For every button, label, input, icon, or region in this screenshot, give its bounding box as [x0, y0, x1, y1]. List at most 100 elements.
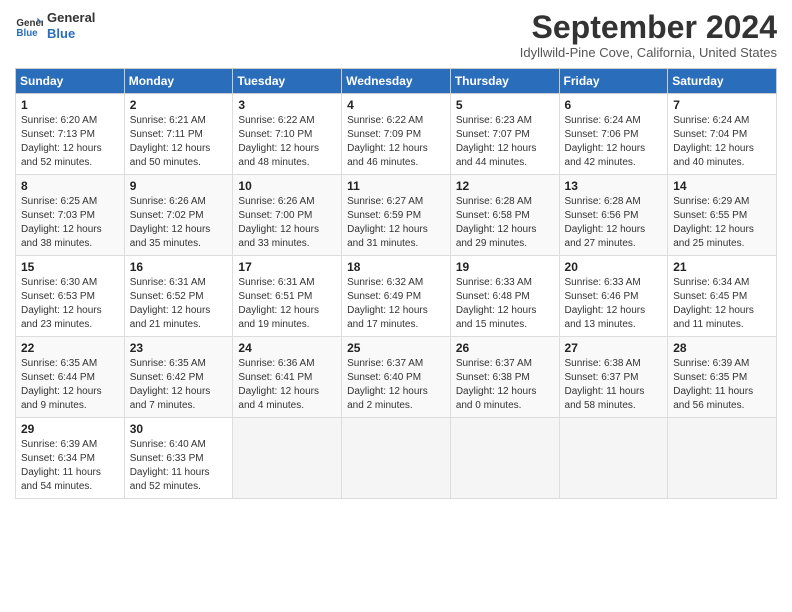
calendar-table: SundayMondayTuesdayWednesdayThursdayFrid… — [15, 68, 777, 499]
day-info: Sunrise: 6:26 AM Sunset: 7:00 PM Dayligh… — [238, 195, 336, 251]
day-number: 12 — [456, 179, 554, 193]
calendar-cell: 23 Sunrise: 6:35 AM Sunset: 6:42 PM Dayli… — [124, 337, 233, 418]
day-number: 18 — [347, 260, 445, 274]
calendar-week-2: 8 Sunrise: 6:25 AM Sunset: 7:03 PM Daylig… — [16, 175, 777, 256]
day-number: 7 — [673, 98, 771, 112]
day-number: 11 — [347, 179, 445, 193]
calendar-cell: 4 Sunrise: 6:22 AM Sunset: 7:09 PM Daylig… — [342, 94, 451, 175]
day-info: Sunrise: 6:39 AM Sunset: 6:35 PM Dayligh… — [673, 357, 771, 413]
calendar-cell: 17Sunrise: 6:31 AM Sunset: 6:51 PM Dayli… — [233, 256, 342, 337]
day-info: Sunrise: 6:25 AM Sunset: 7:03 PM Dayligh… — [21, 195, 119, 251]
calendar-cell — [233, 418, 342, 499]
day-header-thursday: Thursday — [450, 69, 559, 94]
calendar-cell — [342, 418, 451, 499]
day-number: 26 — [456, 341, 554, 355]
day-number: 28 — [673, 341, 771, 355]
day-number: 15 — [21, 260, 119, 274]
day-number: 1 — [21, 98, 119, 112]
day-info: Sunrise: 6:33 AM Sunset: 6:46 PM Dayligh… — [565, 276, 663, 332]
calendar-cell: 5 Sunrise: 6:23 AM Sunset: 7:07 PM Daylig… — [450, 94, 559, 175]
calendar-week-1: 1 Sunrise: 6:20 AM Sunset: 7:13 PM Daylig… — [16, 94, 777, 175]
calendar-cell: 24 Sunrise: 6:36 AM Sunset: 6:41 PM Dayli… — [233, 337, 342, 418]
day-header-tuesday: Tuesday — [233, 69, 342, 94]
calendar-cell: 22 Sunrise: 6:35 AM Sunset: 6:44 PM Dayli… — [16, 337, 125, 418]
day-info: Sunrise: 6:28 AM Sunset: 6:56 PM Dayligh… — [565, 195, 663, 251]
day-number: 27 — [565, 341, 663, 355]
calendar-cell: 20 Sunrise: 6:33 AM Sunset: 6:46 PM Dayli… — [559, 256, 668, 337]
logo-icon: General Blue — [15, 12, 43, 40]
day-number: 17 — [238, 260, 336, 274]
day-info: Sunrise: 6:24 AM Sunset: 7:04 PM Dayligh… — [673, 114, 771, 170]
calendar-cell: 30 Sunrise: 6:40 AM Sunset: 6:33 PM Dayli… — [124, 418, 233, 499]
calendar-cell: 8 Sunrise: 6:25 AM Sunset: 7:03 PM Daylig… — [16, 175, 125, 256]
day-number: 16 — [130, 260, 228, 274]
day-info: Sunrise: 6:38 AM Sunset: 6:37 PM Dayligh… — [565, 357, 663, 413]
calendar-cell: 28 Sunrise: 6:39 AM Sunset: 6:35 PM Dayli… — [668, 337, 777, 418]
day-header-wednesday: Wednesday — [342, 69, 451, 94]
day-info: Sunrise: 6:40 AM Sunset: 6:33 PM Dayligh… — [130, 438, 228, 494]
day-number: 30 — [130, 422, 228, 436]
day-info: Sunrise: 6:28 AM Sunset: 6:58 PM Dayligh… — [456, 195, 554, 251]
page-header: General Blue General Blue September 2024… — [15, 10, 777, 60]
day-info: Sunrise: 6:37 AM Sunset: 6:40 PM Dayligh… — [347, 357, 445, 413]
day-info: Sunrise: 6:33 AM Sunset: 6:48 PM Dayligh… — [456, 276, 554, 332]
day-info: Sunrise: 6:27 AM Sunset: 6:59 PM Dayligh… — [347, 195, 445, 251]
day-number: 14 — [673, 179, 771, 193]
day-info: Sunrise: 6:23 AM Sunset: 7:07 PM Dayligh… — [456, 114, 554, 170]
calendar-cell: 29 Sunrise: 6:39 AM Sunset: 6:34 PM Dayli… — [16, 418, 125, 499]
location: Idyllwild-Pine Cove, California, United … — [520, 45, 777, 60]
day-number: 8 — [21, 179, 119, 193]
day-info: Sunrise: 6:22 AM Sunset: 7:10 PM Dayligh… — [238, 114, 336, 170]
day-info: Sunrise: 6:22 AM Sunset: 7:09 PM Dayligh… — [347, 114, 445, 170]
day-number: 2 — [130, 98, 228, 112]
day-info: Sunrise: 6:24 AM Sunset: 7:06 PM Dayligh… — [565, 114, 663, 170]
calendar-cell: 15Sunrise: 6:30 AM Sunset: 6:53 PM Dayli… — [16, 256, 125, 337]
day-info: Sunrise: 6:21 AM Sunset: 7:11 PM Dayligh… — [130, 114, 228, 170]
calendar-cell: 6 Sunrise: 6:24 AM Sunset: 7:06 PM Daylig… — [559, 94, 668, 175]
calendar-cell: 10Sunrise: 6:26 AM Sunset: 7:00 PM Dayli… — [233, 175, 342, 256]
day-number: 21 — [673, 260, 771, 274]
day-header-sunday: Sunday — [16, 69, 125, 94]
day-header-monday: Monday — [124, 69, 233, 94]
calendar-cell: 1 Sunrise: 6:20 AM Sunset: 7:13 PM Daylig… — [16, 94, 125, 175]
day-info: Sunrise: 6:39 AM Sunset: 6:34 PM Dayligh… — [21, 438, 119, 494]
day-info: Sunrise: 6:20 AM Sunset: 7:13 PM Dayligh… — [21, 114, 119, 170]
day-number: 3 — [238, 98, 336, 112]
day-number: 5 — [456, 98, 554, 112]
logo-blue: Blue — [47, 26, 95, 42]
calendar-week-3: 15Sunrise: 6:30 AM Sunset: 6:53 PM Dayli… — [16, 256, 777, 337]
day-header-saturday: Saturday — [668, 69, 777, 94]
logo-general: General — [47, 10, 95, 26]
day-number: 23 — [130, 341, 228, 355]
day-number: 20 — [565, 260, 663, 274]
day-number: 4 — [347, 98, 445, 112]
calendar-cell: 13 Sunrise: 6:28 AM Sunset: 6:56 PM Dayli… — [559, 175, 668, 256]
calendar-cell: 26 Sunrise: 6:37 AM Sunset: 6:38 PM Dayli… — [450, 337, 559, 418]
day-info: Sunrise: 6:37 AM Sunset: 6:38 PM Dayligh… — [456, 357, 554, 413]
day-info: Sunrise: 6:29 AM Sunset: 6:55 PM Dayligh… — [673, 195, 771, 251]
day-number: 13 — [565, 179, 663, 193]
calendar-week-5: 29 Sunrise: 6:39 AM Sunset: 6:34 PM Dayli… — [16, 418, 777, 499]
day-info: Sunrise: 6:36 AM Sunset: 6:41 PM Dayligh… — [238, 357, 336, 413]
day-number: 24 — [238, 341, 336, 355]
calendar-cell: 25Sunrise: 6:37 AM Sunset: 6:40 PM Dayli… — [342, 337, 451, 418]
calendar-cell: 7 Sunrise: 6:24 AM Sunset: 7:04 PM Daylig… — [668, 94, 777, 175]
calendar-cell: 12 Sunrise: 6:28 AM Sunset: 6:58 PM Dayli… — [450, 175, 559, 256]
calendar-week-4: 22 Sunrise: 6:35 AM Sunset: 6:44 PM Dayli… — [16, 337, 777, 418]
logo: General Blue General Blue — [15, 10, 95, 41]
day-info: Sunrise: 6:34 AM Sunset: 6:45 PM Dayligh… — [673, 276, 771, 332]
day-number: 29 — [21, 422, 119, 436]
calendar-header: SundayMondayTuesdayWednesdayThursdayFrid… — [16, 69, 777, 94]
calendar-cell: 14 Sunrise: 6:29 AM Sunset: 6:55 PM Dayli… — [668, 175, 777, 256]
calendar-cell: 27 Sunrise: 6:38 AM Sunset: 6:37 PM Dayli… — [559, 337, 668, 418]
day-info: Sunrise: 6:31 AM Sunset: 6:52 PM Dayligh… — [130, 276, 228, 332]
day-info: Sunrise: 6:35 AM Sunset: 6:42 PM Dayligh… — [130, 357, 228, 413]
day-info: Sunrise: 6:35 AM Sunset: 6:44 PM Dayligh… — [21, 357, 119, 413]
calendar-cell — [559, 418, 668, 499]
calendar-cell: 2 Sunrise: 6:21 AM Sunset: 7:11 PM Daylig… — [124, 94, 233, 175]
day-number: 22 — [21, 341, 119, 355]
day-number: 19 — [456, 260, 554, 274]
day-number: 6 — [565, 98, 663, 112]
calendar-cell — [668, 418, 777, 499]
calendar-cell: 3 Sunrise: 6:22 AM Sunset: 7:10 PM Daylig… — [233, 94, 342, 175]
